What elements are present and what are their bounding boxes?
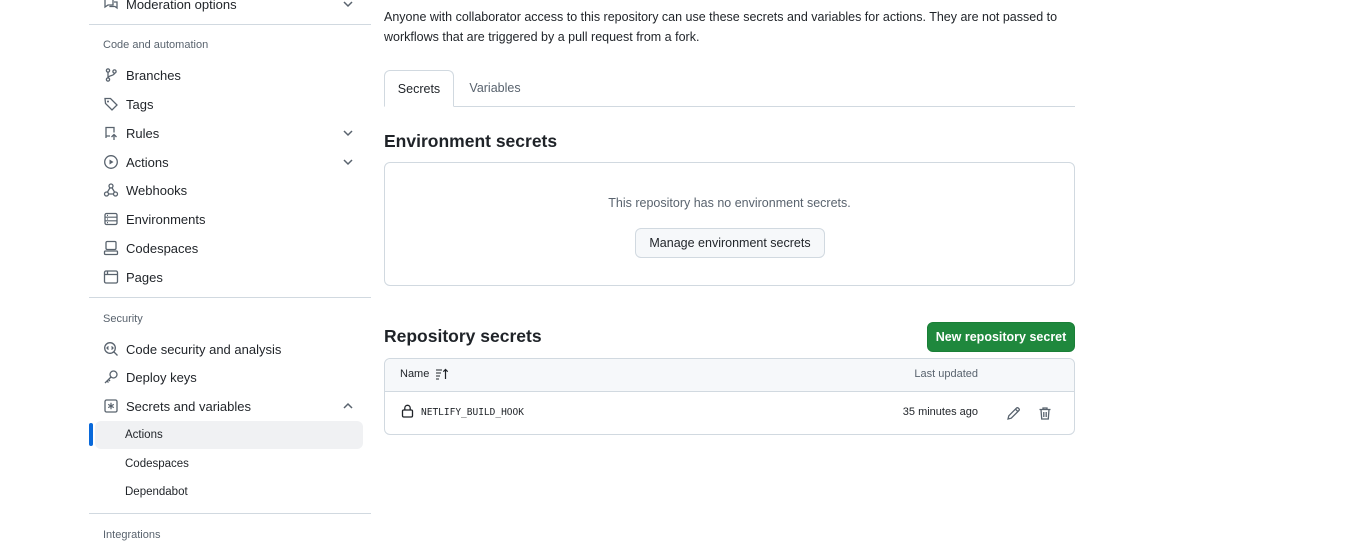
- codespaces-icon: [103, 240, 119, 256]
- sidebar-item-label: Branches: [126, 67, 181, 83]
- environment-secrets-title: Environment secrets: [384, 131, 558, 151]
- sidebar-item-pages[interactable]: Pages: [95, 263, 363, 291]
- environment-secrets-box: This repository has no environment secre…: [384, 162, 1075, 286]
- secret-last-updated: 35 minutes ago: [902, 406, 978, 418]
- column-header-last-updated: Last updated: [914, 368, 978, 380]
- sidebar-divider: [89, 297, 371, 298]
- sidebar-subitem-label: Codespaces: [125, 458, 189, 470]
- tag-icon: [103, 96, 119, 112]
- sidebar-item-secrets-variables[interactable]: Secrets and variables: [95, 392, 363, 420]
- browser-icon: [103, 269, 119, 285]
- table-header: Name Last updated: [385, 359, 1074, 392]
- comment-discussion-icon: [103, 0, 119, 12]
- sidebar-item-rules[interactable]: Rules: [95, 119, 363, 147]
- sidebar-divider: [89, 513, 371, 514]
- intro-text: Anyone with collaborator access to this …: [384, 10, 1058, 44]
- sidebar-item-actions[interactable]: Actions: [95, 148, 363, 176]
- sidebar-item-label: Deploy keys: [126, 369, 197, 385]
- sidebar-item-label: Actions: [126, 154, 169, 170]
- sidebar-item-moderation-options[interactable]: Moderation options: [95, 0, 363, 18]
- repo-push-icon: [103, 125, 119, 141]
- settings-sidebar: Moderation options Code and automation B…: [89, 0, 371, 541]
- tab-secrets[interactable]: Secrets: [384, 70, 454, 107]
- git-branch-icon: [103, 67, 119, 83]
- tab-variables[interactable]: Variables: [460, 70, 530, 106]
- chevron-down-icon[interactable]: [341, 0, 355, 11]
- sidebar-subitem-actions[interactable]: Actions: [95, 421, 363, 449]
- sidebar-item-label: Codespaces: [126, 240, 199, 256]
- sidebar-item-label: Pages: [126, 269, 163, 285]
- sidebar-item-label: Rules: [126, 125, 160, 141]
- sidebar-item-label: Tags: [126, 96, 154, 112]
- section-heading-security: Security: [103, 313, 143, 325]
- chevron-down-icon[interactable]: [341, 155, 355, 169]
- sidebar-subitem-codespaces[interactable]: Codespaces: [95, 450, 363, 478]
- chevron-up-icon[interactable]: [341, 399, 355, 413]
- sidebar-item-label: Environments: [126, 211, 206, 227]
- column-header-name-label: Name: [400, 368, 430, 380]
- sidebar-item-label: Secrets and variables: [126, 398, 252, 414]
- secret-name: NETLIFY_BUILD_HOOK: [421, 407, 524, 418]
- repository-secrets-title: Repository secrets: [384, 326, 542, 346]
- sidebar-item-codespaces[interactable]: Codespaces: [95, 234, 363, 262]
- asterisk-square-icon: [103, 398, 119, 414]
- sidebar-item-label: Moderation options: [126, 0, 237, 12]
- repository-secrets-table: Name Last updated NETLIFY_BUILD_HOOK 35 …: [384, 358, 1075, 435]
- sidebar-item-label: Webhooks: [126, 182, 188, 198]
- chevron-down-icon[interactable]: [341, 126, 355, 140]
- empty-state-text: This repository has no environment secre…: [608, 196, 851, 210]
- sidebar-subitem-dependabot[interactable]: Dependabot: [95, 478, 363, 506]
- trash-icon[interactable]: [1035, 403, 1055, 423]
- table-row: NETLIFY_BUILD_HOOK 35 minutes ago: [385, 392, 1074, 434]
- sidebar-item-branches[interactable]: Branches: [95, 61, 363, 89]
- sidebar-item-webhooks[interactable]: Webhooks: [95, 176, 363, 204]
- sidebar-item-environments[interactable]: Environments: [95, 205, 363, 233]
- sidebar-subitem-label: Dependabot: [125, 486, 188, 498]
- sidebar-item-code-security[interactable]: Code security and analysis: [95, 335, 363, 363]
- key-icon: [103, 369, 119, 385]
- server-icon: [103, 211, 119, 227]
- manage-environment-secrets-button[interactable]: Manage environment secrets: [635, 228, 825, 258]
- sort-ascending-icon[interactable]: [435, 368, 449, 380]
- lock-icon: [401, 404, 414, 418]
- sidebar-item-label: Code security and analysis: [126, 341, 282, 357]
- sidebar-item-deploy-keys[interactable]: Deploy keys: [95, 363, 363, 391]
- active-indicator: [89, 423, 93, 446]
- section-heading-integrations: Integrations: [103, 529, 161, 541]
- sidebar-subitem-label: Actions: [125, 429, 163, 441]
- play-circle-icon: [103, 154, 119, 170]
- codescan-icon: [103, 341, 119, 357]
- webhook-icon: [103, 182, 119, 198]
- sidebar-divider: [89, 24, 371, 25]
- pencil-icon[interactable]: [1003, 403, 1023, 423]
- column-header-name[interactable]: Name: [400, 368, 449, 380]
- new-repository-secret-button[interactable]: New repository secret: [927, 322, 1075, 352]
- tab-nav: Secrets Variables: [384, 70, 1075, 107]
- sidebar-item-tags[interactable]: Tags: [95, 90, 363, 118]
- section-heading-code-automation: Code and automation: [103, 39, 209, 51]
